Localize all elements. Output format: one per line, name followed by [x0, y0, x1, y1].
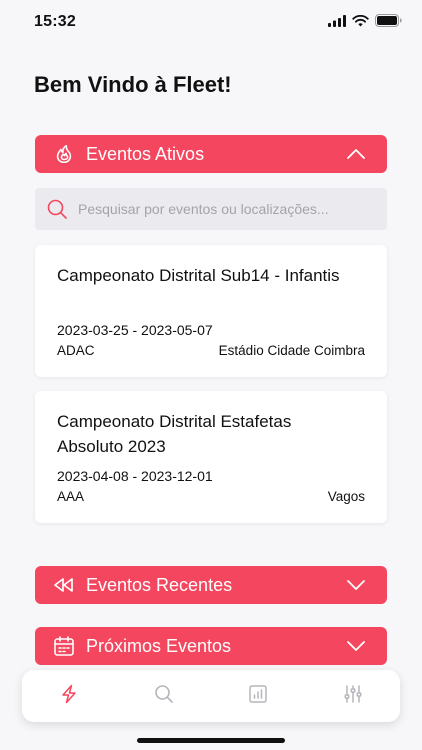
tab-stats[interactable] — [238, 676, 278, 716]
lightning-icon — [59, 684, 79, 709]
calendar-icon — [52, 634, 76, 658]
section-header-active-events[interactable]: Eventos Ativos — [35, 135, 387, 173]
event-organizer: AAA — [57, 489, 85, 504]
search-input[interactable] — [78, 201, 368, 217]
tab-bar — [22, 670, 400, 722]
home-indicator — [137, 738, 285, 743]
rewind-icon — [52, 573, 76, 597]
chevron-down-icon[interactable] — [345, 574, 367, 596]
event-location: Estádio Cidade Coimbra — [218, 343, 365, 358]
chevron-down-icon[interactable] — [345, 635, 367, 657]
event-card[interactable]: Campeonato Distrital Estafetas Absoluto … — [35, 391, 387, 523]
tab-settings[interactable] — [333, 676, 373, 716]
section-header-upcoming-events[interactable]: Próximos Eventos — [35, 627, 387, 665]
status-icons — [328, 14, 402, 32]
section-header-recent-events[interactable]: Eventos Recentes — [35, 566, 387, 604]
event-organizer: ADAC — [57, 343, 95, 358]
status-bar: 15:32 — [0, 0, 422, 44]
event-title: Campeonato Distrital Estafetas Absoluto … — [57, 412, 292, 456]
fire-icon — [52, 142, 76, 166]
chart-icon — [248, 684, 268, 709]
search-icon — [154, 684, 174, 709]
search-bar[interactable] — [35, 188, 387, 230]
section-label-active-events: Eventos Ativos — [86, 143, 205, 164]
event-dates: 2023-03-25 - 2023-05-07 — [57, 322, 213, 338]
search-icon — [46, 198, 68, 220]
chevron-up-icon[interactable] — [345, 143, 367, 165]
section-label-upcoming-events: Próximos Eventos — [86, 635, 232, 656]
page-title: Bem Vindo à Fleet! — [34, 72, 232, 97]
event-location: Vagos — [327, 489, 365, 504]
signal-icon — [328, 14, 346, 32]
event-dates: 2023-04-08 - 2023-12-01 — [57, 468, 213, 484]
event-card[interactable]: Campeonato Distrital Sub14 - Infantis 20… — [35, 245, 387, 377]
tab-events[interactable] — [49, 676, 89, 716]
tab-search[interactable] — [144, 676, 184, 716]
section-label-recent-events: Eventos Recentes — [86, 574, 233, 595]
battery-icon — [375, 14, 402, 32]
status-time: 15:32 — [34, 13, 76, 30]
sliders-icon — [343, 684, 363, 709]
event-title: Campeonato Distrital Sub14 - Infantis — [57, 266, 340, 285]
wifi-icon — [352, 14, 369, 32]
